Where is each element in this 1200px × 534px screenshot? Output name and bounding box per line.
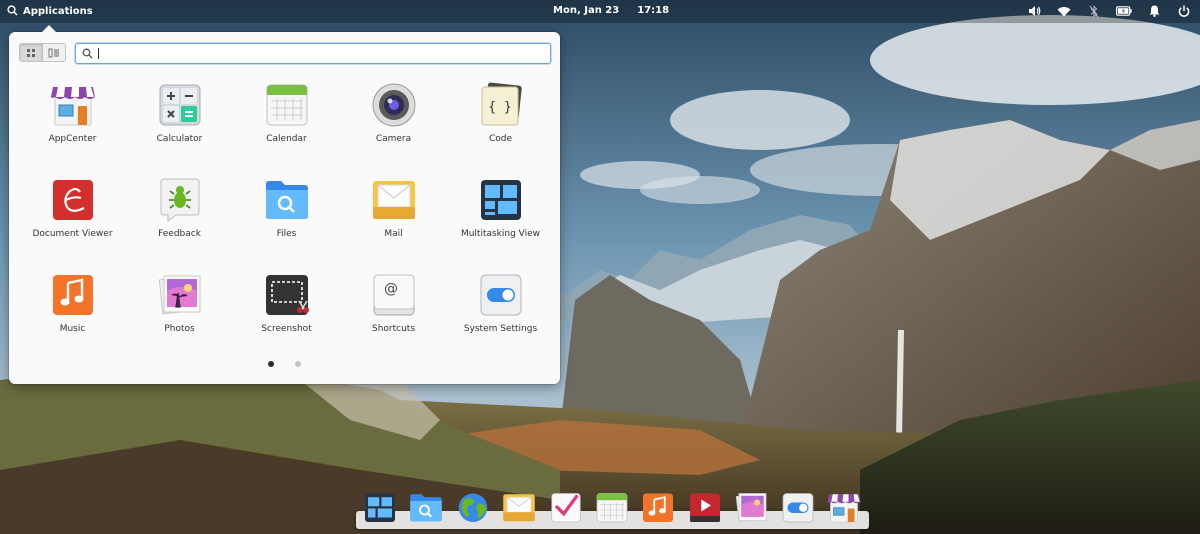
time-label: 17:18 — [637, 5, 670, 16]
app-code[interactable]: { } Code — [447, 76, 554, 171]
multitasking-view-icon[interactable] — [362, 489, 398, 525]
app-label: Mail — [384, 229, 403, 239]
applications-menu: AppCenter Calculator Calendar Camera {}… — [9, 25, 560, 384]
text-caret — [98, 48, 99, 59]
page-dot-1[interactable] — [268, 361, 274, 367]
multitasking-view-icon — [480, 180, 521, 220]
system-settings-icon — [480, 274, 521, 316]
system-settings-icon[interactable] — [780, 489, 816, 525]
app-system-settings[interactable]: System Settings — [447, 266, 554, 361]
datetime-indicator[interactable]: Mon, Jan 23 17:18 — [553, 5, 669, 16]
view-mode-toggle — [19, 43, 66, 62]
app-label: Files — [276, 229, 297, 239]
appcenter-icon[interactable] — [826, 489, 862, 525]
mail-icon[interactable] — [501, 489, 537, 525]
app-grid: AppCenter Calculator Calendar Camera {}… — [19, 76, 554, 361]
indicator-area — [1026, 3, 1192, 19]
files-icon — [265, 181, 308, 219]
battery-icon[interactable] — [1116, 3, 1132, 19]
feedback-icon — [160, 178, 199, 222]
music-icon[interactable] — [640, 489, 676, 525]
app-camera[interactable]: Camera — [340, 76, 447, 171]
tasks-icon[interactable] — [548, 489, 584, 525]
photos-icon[interactable] — [733, 489, 769, 525]
page-indicator — [9, 361, 560, 367]
videos-icon[interactable] — [687, 489, 723, 525]
web-browser-icon[interactable] — [455, 489, 491, 525]
applications-label: Applications — [23, 6, 93, 17]
camera-icon — [372, 83, 415, 127]
dock — [362, 487, 862, 525]
notifications-icon[interactable] — [1146, 3, 1162, 19]
volume-icon[interactable] — [1026, 3, 1042, 19]
appcenter-icon — [50, 87, 95, 126]
app-label: Feedback — [158, 229, 201, 239]
category-view-button[interactable] — [42, 44, 65, 61]
app-screenshot[interactable]: Screenshot — [233, 266, 340, 361]
mail-icon — [372, 181, 415, 219]
code-icon: { } — [481, 82, 522, 126]
calendar-icon — [266, 84, 307, 126]
app-multitasking-view[interactable]: Multitasking View — [447, 171, 554, 266]
music-icon — [52, 275, 93, 315]
grid-view-icon — [26, 44, 36, 61]
app-label: Screenshot — [261, 324, 312, 334]
app-label: Music — [59, 324, 86, 334]
category-view-icon — [48, 44, 60, 61]
app-label: System Settings — [463, 324, 538, 334]
svg-text:{ }: { } — [488, 100, 511, 115]
date-label: Mon, Jan 23 — [553, 5, 620, 16]
search-input[interactable] — [96, 45, 550, 62]
app-label: Camera — [375, 134, 412, 144]
calculator-icon — [159, 84, 200, 126]
search-icon — [78, 48, 96, 59]
app-calculator[interactable]: Calculator — [126, 76, 233, 171]
app-label: Document Viewer — [32, 229, 113, 239]
app-label: Multitasking View — [460, 229, 541, 239]
app-photos[interactable]: Photos — [126, 266, 233, 361]
app-label: Code — [488, 134, 513, 144]
calendar-icon[interactable] — [594, 489, 630, 525]
top-panel: Applications Mon, Jan 23 17:18 — [0, 0, 1200, 23]
app-music[interactable]: Music — [19, 266, 126, 361]
app-label: Calendar — [266, 134, 307, 144]
page-dot-2[interactable] — [295, 361, 301, 367]
files-icon[interactable] — [408, 489, 444, 525]
svg-text:@: @ — [384, 281, 398, 297]
app-appcenter[interactable]: AppCenter — [19, 76, 126, 171]
grid-view-button[interactable] — [20, 44, 42, 61]
app-document-viewer[interactable]: Document Viewer — [19, 171, 126, 266]
wifi-icon[interactable] — [1056, 3, 1072, 19]
app-files[interactable]: Files — [233, 171, 340, 266]
bluetooth-off-icon[interactable] — [1086, 3, 1102, 19]
search-icon — [7, 4, 18, 19]
app-shortcuts[interactable]: @ Shortcuts — [340, 266, 447, 361]
app-calendar[interactable]: Calendar — [233, 76, 340, 171]
photos-icon — [158, 275, 200, 315]
app-label: AppCenter — [48, 134, 97, 144]
popover-arrow — [42, 25, 56, 32]
document-viewer-icon — [52, 180, 93, 220]
app-label: Photos — [164, 324, 195, 334]
screenshot-icon — [265, 275, 309, 315]
search-field — [75, 43, 551, 64]
applications-menu-button[interactable]: Applications — [7, 4, 93, 19]
app-label: Shortcuts — [371, 324, 416, 334]
app-feedback[interactable]: Feedback — [126, 171, 233, 266]
power-icon[interactable] — [1176, 3, 1192, 19]
shortcuts-icon: @ — [373, 274, 414, 316]
app-mail[interactable]: Mail — [340, 171, 447, 266]
app-label: Calculator — [156, 134, 203, 144]
